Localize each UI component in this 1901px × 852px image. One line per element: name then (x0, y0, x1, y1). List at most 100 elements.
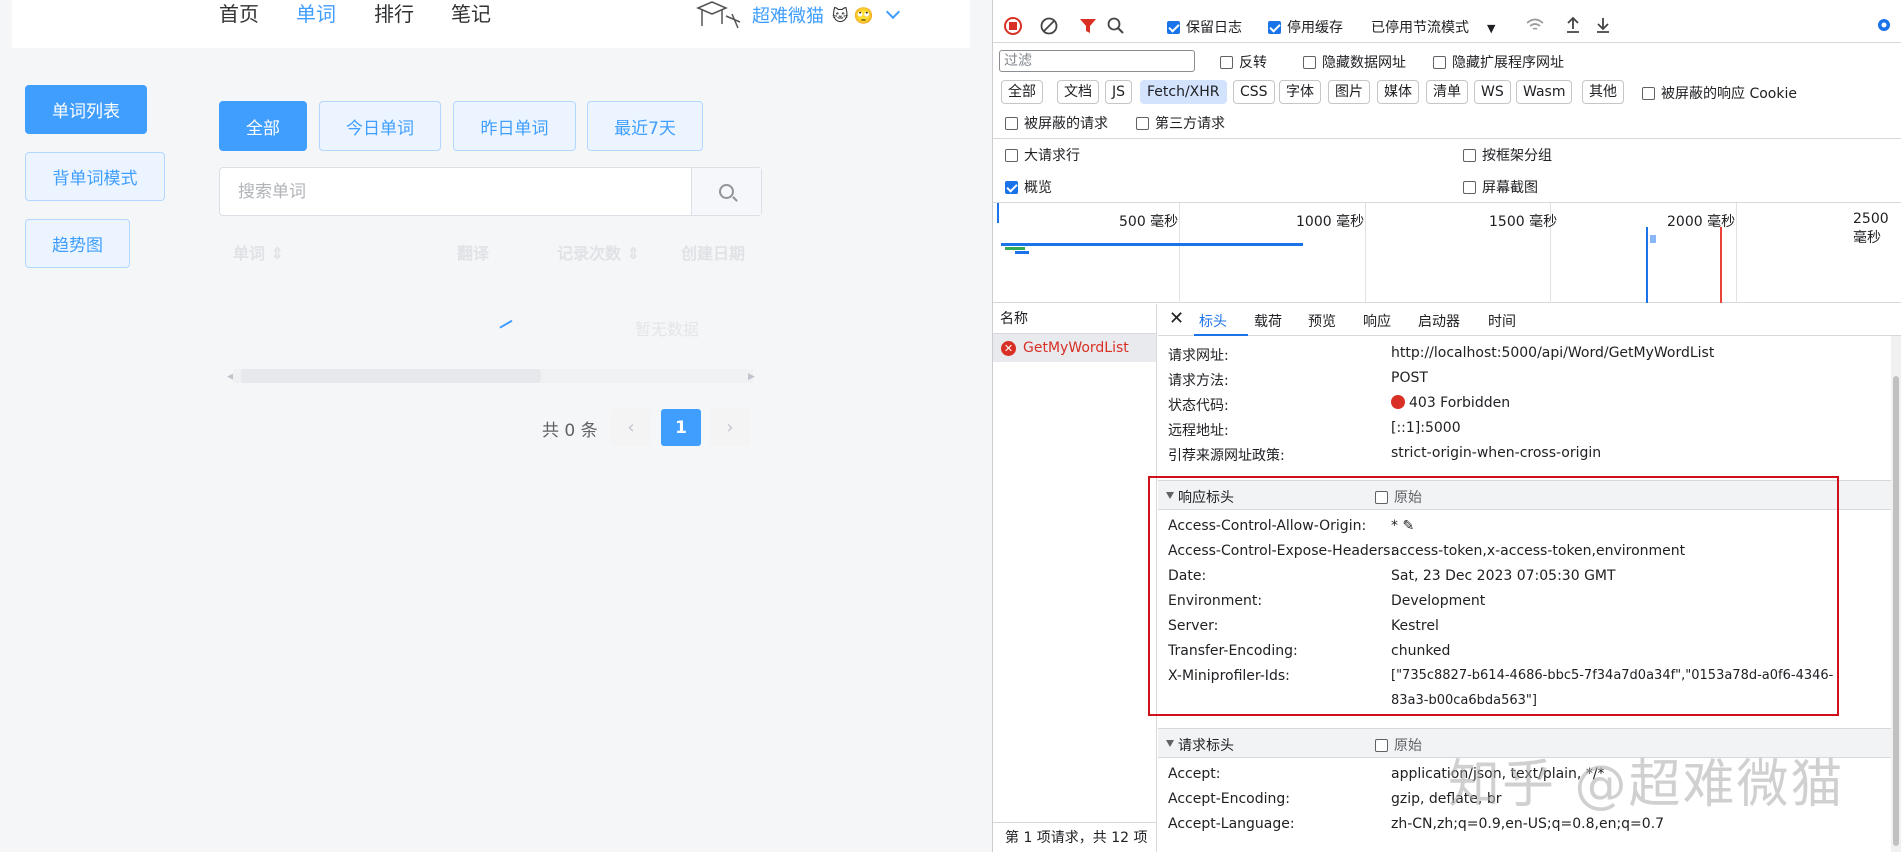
tab-headers[interactable]: 标头 (1199, 311, 1227, 331)
scroll-thumb[interactable] (1893, 376, 1899, 846)
clear-icon[interactable] (1040, 17, 1058, 35)
names-header[interactable]: 名称 (993, 304, 1156, 334)
type-chip-font[interactable]: 字体 (1279, 80, 1321, 104)
sidebar-trend-chart[interactable]: 趋势图 (25, 219, 130, 268)
close-icon[interactable]: ✕ (1169, 308, 1184, 329)
checkbox-icon (1167, 21, 1180, 34)
search-button[interactable] (691, 168, 761, 215)
network-conditions-icon[interactable] (1525, 17, 1545, 33)
request-name: GetMyWordList (1023, 340, 1129, 356)
overview-label: 概览 (1024, 180, 1052, 196)
group-by-frame-toggle[interactable]: 按框架分组 (1463, 145, 1552, 165)
scroll-right-icon[interactable]: ▶ (748, 372, 755, 382)
timeline-label: 1500 毫秒 (1489, 214, 1558, 230)
checkbox-icon (1005, 181, 1018, 194)
third-party-toggle[interactable]: 第三方请求 (1136, 113, 1225, 133)
tab-preview[interactable]: 预览 (1308, 311, 1336, 331)
search-icon[interactable] (1107, 17, 1125, 35)
import-har-icon[interactable] (1565, 16, 1581, 34)
type-chip-img[interactable]: 图片 (1328, 80, 1370, 104)
pagination-prev[interactable]: ‹ (611, 409, 651, 446)
raw-toggle[interactable]: 原始 (1375, 735, 1422, 755)
overview-toggle[interactable]: 概览 (1005, 177, 1052, 197)
throttle-label: 已停用节流模式 (1371, 20, 1469, 36)
scroll-thumb[interactable] (241, 369, 541, 383)
filter-yesterday[interactable]: 昨日单词 (453, 101, 576, 151)
filter-input[interactable]: 过滤 (999, 50, 1195, 72)
general-value[interactable]: http://localhost:5000/api/Word/GetMyWord… (1391, 345, 1714, 361)
blocked-cookies-toggle[interactable]: 被屏蔽的响应 Cookie (1642, 83, 1797, 103)
general-value[interactable]: strict-origin-when-cross-origin (1391, 445, 1601, 461)
header-value[interactable]: zh-CN,zh;q=0.9,en-US;q=0.8,en;q=0.7 (1391, 816, 1664, 832)
collapse-triangle-icon[interactable] (1166, 740, 1174, 747)
nav-notes[interactable]: 笔记 (451, 0, 491, 28)
type-chip-media[interactable]: 媒体 (1377, 80, 1419, 104)
table-hscrollbar[interactable] (233, 369, 753, 383)
watermark: 知乎 @超难微猫 (1448, 755, 1845, 815)
tab-initiator[interactable]: 启动器 (1418, 311, 1460, 331)
request-row[interactable]: ✕ GetMyWordList (993, 334, 1156, 362)
load-marker (1720, 227, 1722, 303)
checkbox-icon (1463, 149, 1476, 162)
overview-handle[interactable] (997, 203, 999, 223)
preserve-log-label: 保留日志 (1186, 20, 1242, 36)
preserve-log-toggle[interactable]: 保留日志 (1167, 17, 1242, 37)
tab-response[interactable]: 响应 (1363, 311, 1391, 331)
filter-all[interactable]: 全部 (219, 101, 307, 151)
network-overview-timeline[interactable]: 500 毫秒 1000 毫秒 1500 毫秒 2000 毫秒 2500 毫秒 (993, 202, 1901, 303)
tab-timing[interactable]: 时间 (1488, 311, 1516, 331)
big-rows-toggle[interactable]: 大请求行 (1005, 145, 1080, 165)
sidebar-memorize-mode[interactable]: 背单词模式 (25, 152, 165, 201)
hide-ext-urls-toggle[interactable]: 隐藏扩展程序网址 (1433, 52, 1564, 72)
throttle-select[interactable]: 已停用节流模式 ▼ (1371, 17, 1495, 37)
search-icon (719, 184, 734, 199)
type-chip-fetch-xhr[interactable]: Fetch/XHR (1140, 80, 1227, 104)
timeline-label: 1000 毫秒 (1296, 214, 1365, 230)
hide-data-urls-label: 隐藏数据网址 (1322, 55, 1406, 71)
general-value[interactable]: [::1]:5000 (1391, 420, 1461, 436)
export-har-icon[interactable] (1595, 16, 1611, 34)
checkbox-icon (1005, 149, 1018, 162)
tab-payload[interactable]: 载荷 (1254, 311, 1282, 331)
type-chip-css[interactable]: CSS (1233, 80, 1275, 104)
hide-data-urls-toggle[interactable]: 隐藏数据网址 (1303, 52, 1406, 72)
type-chip-wasm[interactable]: Wasm (1516, 80, 1573, 104)
nav-home[interactable]: 首页 (219, 0, 259, 28)
detail-scrollbar[interactable] (1891, 336, 1901, 852)
filter-last7days[interactable]: 最近7天 (587, 101, 703, 151)
type-chip-other[interactable]: 其他 (1582, 80, 1624, 104)
col-record-count[interactable]: 记录次数 ⇕ (557, 240, 640, 264)
nav-ranking[interactable]: 排行 (374, 0, 414, 28)
sidebar-word-list[interactable]: 单词列表 (25, 85, 147, 134)
pagination-page[interactable]: 1 (661, 409, 701, 446)
type-chip-js[interactable]: JS (1105, 80, 1133, 104)
col-word[interactable]: 单词 ⇕ (233, 240, 284, 264)
search-input[interactable] (220, 168, 692, 215)
col-translation: 翻译 (457, 244, 490, 263)
disable-cache-toggle[interactable]: 停用缓存 (1268, 17, 1343, 37)
gear-icon[interactable] (1875, 16, 1893, 34)
status-code[interactable]: 403 Forbidden (1391, 395, 1510, 411)
type-chip-manifest[interactable]: 清单 (1426, 80, 1468, 104)
general-value[interactable]: POST (1391, 370, 1428, 386)
nav-words[interactable]: 单词 (296, 0, 336, 28)
blocked-requests-toggle[interactable]: 被屏蔽的请求 (1005, 113, 1108, 133)
type-chip-all[interactable]: 全部 (1001, 80, 1043, 104)
type-chip-ws[interactable]: WS (1474, 80, 1511, 104)
checkbox-icon (1642, 87, 1655, 100)
screenshots-toggle[interactable]: 屏幕截图 (1463, 177, 1538, 197)
filter-today[interactable]: 今日单词 (319, 101, 441, 151)
filter-icon[interactable] (1079, 17, 1097, 35)
pagination-next[interactable]: › (710, 409, 750, 446)
user-name: 超难微猫 (752, 6, 824, 27)
type-chip-doc[interactable]: 文档 (1057, 80, 1099, 104)
stop-recording-icon[interactable] (1004, 17, 1022, 35)
chevron-down-icon[interactable] (885, 4, 900, 20)
user-menu[interactable]: 超难微猫 🐱 🙄 (696, 0, 900, 30)
active-tab-indicator (1194, 334, 1248, 336)
request-bar (1001, 243, 1303, 246)
invert-toggle[interactable]: 反转 (1220, 52, 1267, 72)
section-title: 请求标头 (1178, 738, 1234, 754)
header-key: Accept: (1168, 766, 1221, 782)
header-key: Accept-Language: (1168, 816, 1295, 832)
